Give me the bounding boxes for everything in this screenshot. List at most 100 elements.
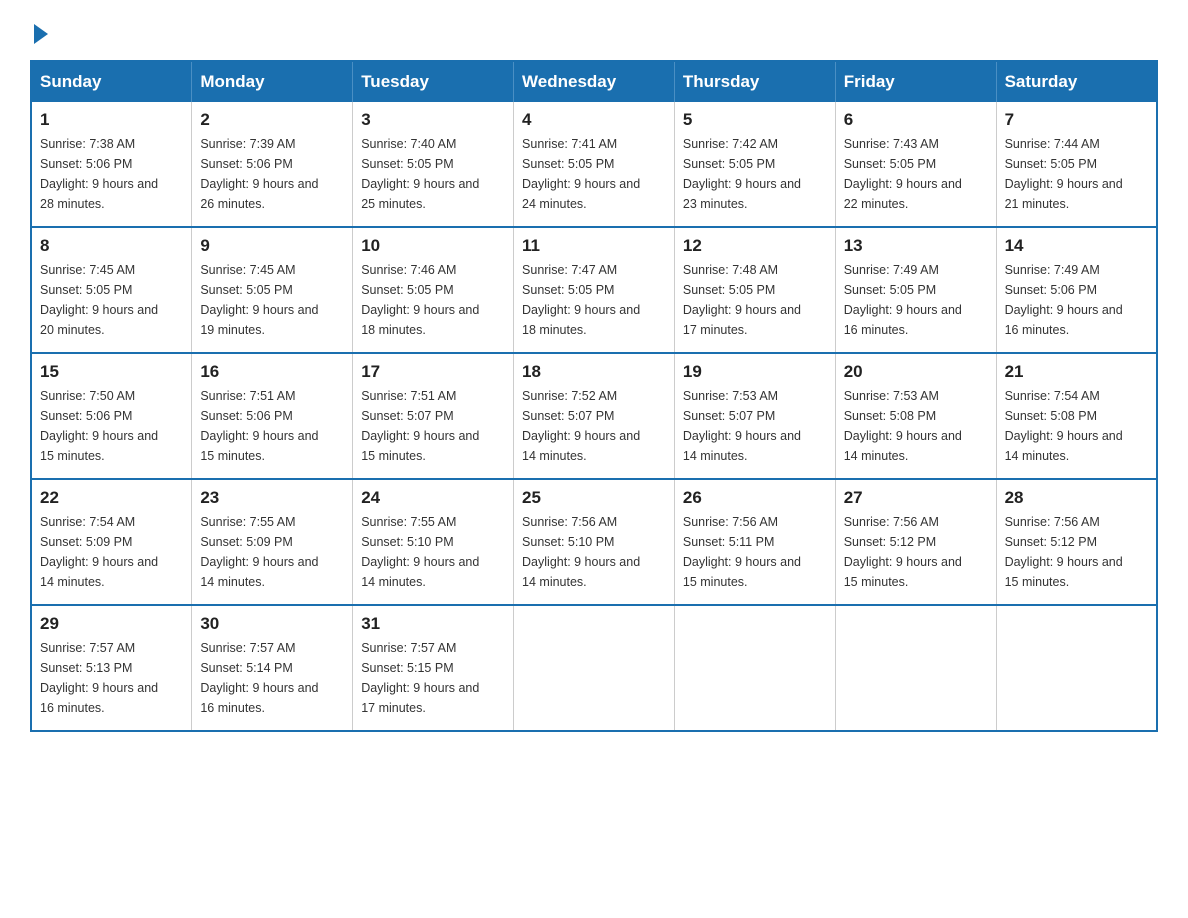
day-number: 22 [40, 488, 183, 508]
calendar-cell: 23 Sunrise: 7:55 AM Sunset: 5:09 PM Dayl… [192, 479, 353, 605]
day-info: Sunrise: 7:41 AM Sunset: 5:05 PM Dayligh… [522, 137, 640, 211]
calendar-cell: 18 Sunrise: 7:52 AM Sunset: 5:07 PM Dayl… [514, 353, 675, 479]
day-number: 31 [361, 614, 505, 634]
day-info: Sunrise: 7:49 AM Sunset: 5:06 PM Dayligh… [1005, 263, 1123, 337]
day-number: 12 [683, 236, 827, 256]
calendar-cell [835, 605, 996, 731]
calendar-cell: 10 Sunrise: 7:46 AM Sunset: 5:05 PM Dayl… [353, 227, 514, 353]
day-info: Sunrise: 7:44 AM Sunset: 5:05 PM Dayligh… [1005, 137, 1123, 211]
calendar-cell: 28 Sunrise: 7:56 AM Sunset: 5:12 PM Dayl… [996, 479, 1157, 605]
calendar-cell: 9 Sunrise: 7:45 AM Sunset: 5:05 PM Dayli… [192, 227, 353, 353]
calendar-cell: 16 Sunrise: 7:51 AM Sunset: 5:06 PM Dayl… [192, 353, 353, 479]
day-number: 8 [40, 236, 183, 256]
day-number: 3 [361, 110, 505, 130]
calendar-table: SundayMondayTuesdayWednesdayThursdayFrid… [30, 60, 1158, 732]
day-number: 14 [1005, 236, 1148, 256]
header-wednesday: Wednesday [514, 61, 675, 102]
day-number: 29 [40, 614, 183, 634]
calendar-cell: 5 Sunrise: 7:42 AM Sunset: 5:05 PM Dayli… [674, 102, 835, 227]
day-number: 1 [40, 110, 183, 130]
calendar-cell: 6 Sunrise: 7:43 AM Sunset: 5:05 PM Dayli… [835, 102, 996, 227]
header-monday: Monday [192, 61, 353, 102]
day-info: Sunrise: 7:57 AM Sunset: 5:15 PM Dayligh… [361, 641, 479, 715]
calendar-cell: 27 Sunrise: 7:56 AM Sunset: 5:12 PM Dayl… [835, 479, 996, 605]
day-info: Sunrise: 7:54 AM Sunset: 5:09 PM Dayligh… [40, 515, 158, 589]
calendar-cell: 31 Sunrise: 7:57 AM Sunset: 5:15 PM Dayl… [353, 605, 514, 731]
day-info: Sunrise: 7:42 AM Sunset: 5:05 PM Dayligh… [683, 137, 801, 211]
day-number: 18 [522, 362, 666, 382]
day-info: Sunrise: 7:56 AM Sunset: 5:10 PM Dayligh… [522, 515, 640, 589]
day-number: 15 [40, 362, 183, 382]
header-tuesday: Tuesday [353, 61, 514, 102]
calendar-cell: 7 Sunrise: 7:44 AM Sunset: 5:05 PM Dayli… [996, 102, 1157, 227]
day-info: Sunrise: 7:45 AM Sunset: 5:05 PM Dayligh… [40, 263, 158, 337]
day-number: 6 [844, 110, 988, 130]
day-number: 10 [361, 236, 505, 256]
day-info: Sunrise: 7:45 AM Sunset: 5:05 PM Dayligh… [200, 263, 318, 337]
day-info: Sunrise: 7:56 AM Sunset: 5:11 PM Dayligh… [683, 515, 801, 589]
day-info: Sunrise: 7:40 AM Sunset: 5:05 PM Dayligh… [361, 137, 479, 211]
day-number: 25 [522, 488, 666, 508]
page-header [30, 20, 1158, 44]
calendar-week-row: 15 Sunrise: 7:50 AM Sunset: 5:06 PM Dayl… [31, 353, 1157, 479]
header-friday: Friday [835, 61, 996, 102]
day-number: 30 [200, 614, 344, 634]
header-sunday: Sunday [31, 61, 192, 102]
day-number: 27 [844, 488, 988, 508]
day-info: Sunrise: 7:48 AM Sunset: 5:05 PM Dayligh… [683, 263, 801, 337]
day-number: 17 [361, 362, 505, 382]
day-info: Sunrise: 7:51 AM Sunset: 5:07 PM Dayligh… [361, 389, 479, 463]
day-number: 21 [1005, 362, 1148, 382]
day-info: Sunrise: 7:53 AM Sunset: 5:08 PM Dayligh… [844, 389, 962, 463]
calendar-cell: 30 Sunrise: 7:57 AM Sunset: 5:14 PM Dayl… [192, 605, 353, 731]
day-info: Sunrise: 7:57 AM Sunset: 5:13 PM Dayligh… [40, 641, 158, 715]
day-info: Sunrise: 7:54 AM Sunset: 5:08 PM Dayligh… [1005, 389, 1123, 463]
calendar-cell: 20 Sunrise: 7:53 AM Sunset: 5:08 PM Dayl… [835, 353, 996, 479]
calendar-cell: 22 Sunrise: 7:54 AM Sunset: 5:09 PM Dayl… [31, 479, 192, 605]
day-info: Sunrise: 7:47 AM Sunset: 5:05 PM Dayligh… [522, 263, 640, 337]
day-number: 7 [1005, 110, 1148, 130]
calendar-cell: 12 Sunrise: 7:48 AM Sunset: 5:05 PM Dayl… [674, 227, 835, 353]
calendar-cell: 13 Sunrise: 7:49 AM Sunset: 5:05 PM Dayl… [835, 227, 996, 353]
day-number: 24 [361, 488, 505, 508]
day-number: 16 [200, 362, 344, 382]
day-info: Sunrise: 7:56 AM Sunset: 5:12 PM Dayligh… [844, 515, 962, 589]
logo [30, 20, 48, 44]
day-info: Sunrise: 7:55 AM Sunset: 5:10 PM Dayligh… [361, 515, 479, 589]
day-info: Sunrise: 7:55 AM Sunset: 5:09 PM Dayligh… [200, 515, 318, 589]
day-number: 5 [683, 110, 827, 130]
header-saturday: Saturday [996, 61, 1157, 102]
day-number: 20 [844, 362, 988, 382]
calendar-cell: 29 Sunrise: 7:57 AM Sunset: 5:13 PM Dayl… [31, 605, 192, 731]
calendar-week-row: 1 Sunrise: 7:38 AM Sunset: 5:06 PM Dayli… [31, 102, 1157, 227]
day-info: Sunrise: 7:52 AM Sunset: 5:07 PM Dayligh… [522, 389, 640, 463]
day-info: Sunrise: 7:38 AM Sunset: 5:06 PM Dayligh… [40, 137, 158, 211]
calendar-header-row: SundayMondayTuesdayWednesdayThursdayFrid… [31, 61, 1157, 102]
day-info: Sunrise: 7:57 AM Sunset: 5:14 PM Dayligh… [200, 641, 318, 715]
calendar-cell: 17 Sunrise: 7:51 AM Sunset: 5:07 PM Dayl… [353, 353, 514, 479]
calendar-cell: 2 Sunrise: 7:39 AM Sunset: 5:06 PM Dayli… [192, 102, 353, 227]
calendar-cell: 15 Sunrise: 7:50 AM Sunset: 5:06 PM Dayl… [31, 353, 192, 479]
header-thursday: Thursday [674, 61, 835, 102]
calendar-cell: 26 Sunrise: 7:56 AM Sunset: 5:11 PM Dayl… [674, 479, 835, 605]
day-number: 11 [522, 236, 666, 256]
calendar-week-row: 8 Sunrise: 7:45 AM Sunset: 5:05 PM Dayli… [31, 227, 1157, 353]
day-info: Sunrise: 7:39 AM Sunset: 5:06 PM Dayligh… [200, 137, 318, 211]
calendar-cell: 11 Sunrise: 7:47 AM Sunset: 5:05 PM Dayl… [514, 227, 675, 353]
calendar-cell: 8 Sunrise: 7:45 AM Sunset: 5:05 PM Dayli… [31, 227, 192, 353]
calendar-cell [514, 605, 675, 731]
calendar-cell: 21 Sunrise: 7:54 AM Sunset: 5:08 PM Dayl… [996, 353, 1157, 479]
day-info: Sunrise: 7:51 AM Sunset: 5:06 PM Dayligh… [200, 389, 318, 463]
calendar-cell: 25 Sunrise: 7:56 AM Sunset: 5:10 PM Dayl… [514, 479, 675, 605]
day-number: 23 [200, 488, 344, 508]
logo-arrow-icon [34, 24, 48, 44]
day-number: 19 [683, 362, 827, 382]
calendar-cell: 3 Sunrise: 7:40 AM Sunset: 5:05 PM Dayli… [353, 102, 514, 227]
calendar-cell: 4 Sunrise: 7:41 AM Sunset: 5:05 PM Dayli… [514, 102, 675, 227]
calendar-cell: 1 Sunrise: 7:38 AM Sunset: 5:06 PM Dayli… [31, 102, 192, 227]
day-info: Sunrise: 7:50 AM Sunset: 5:06 PM Dayligh… [40, 389, 158, 463]
day-number: 9 [200, 236, 344, 256]
day-info: Sunrise: 7:43 AM Sunset: 5:05 PM Dayligh… [844, 137, 962, 211]
calendar-cell: 19 Sunrise: 7:53 AM Sunset: 5:07 PM Dayl… [674, 353, 835, 479]
calendar-cell: 24 Sunrise: 7:55 AM Sunset: 5:10 PM Dayl… [353, 479, 514, 605]
